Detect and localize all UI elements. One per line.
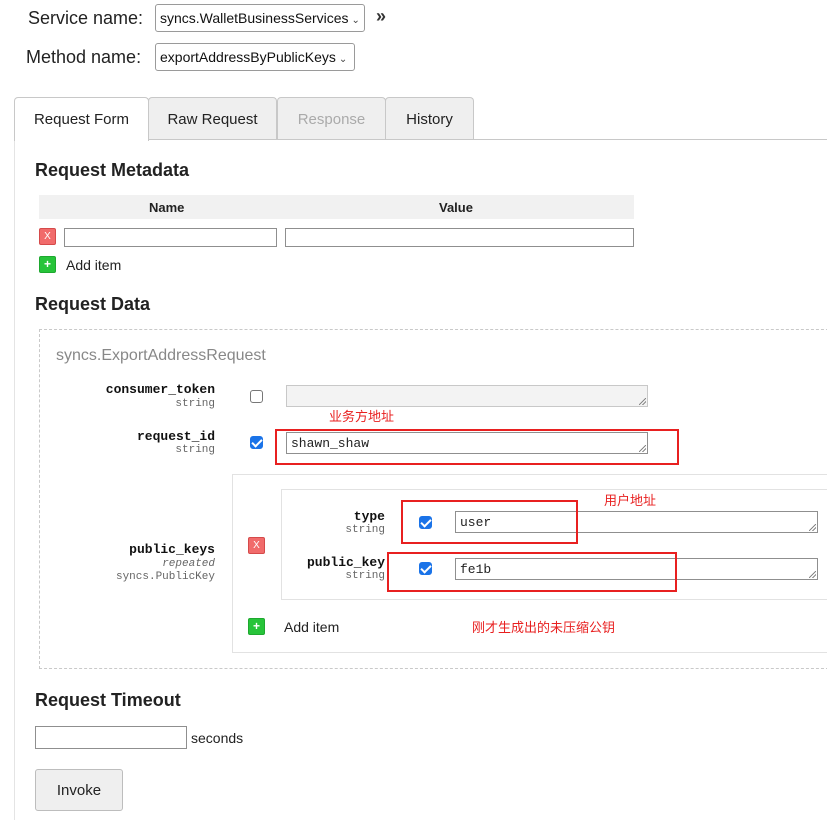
field-type-public-key: string xyxy=(345,570,385,582)
tab-request-form[interactable]: Request Form xyxy=(14,97,149,141)
service-select-value: syncs.WalletBusinessServices xyxy=(160,10,349,26)
field-type-type: string xyxy=(345,524,385,536)
add-metadata-button[interactable]: + xyxy=(39,256,56,273)
annotation-uncompressed-key: 刚才生成出的未压缩公钥 xyxy=(472,620,616,635)
add-public-key-label[interactable]: Add item xyxy=(284,619,339,635)
field-modifier-public-keys: repeated xyxy=(60,558,215,571)
metadata-col-name: Name xyxy=(149,200,185,215)
consumer-token-checkbox[interactable] xyxy=(250,390,263,403)
method-select[interactable]: exportAddressByPublicKeys ⌄ xyxy=(155,43,355,71)
method-select-value: exportAddressByPublicKeys xyxy=(160,49,336,65)
remove-public-key-button[interactable]: X xyxy=(248,537,265,554)
request-timeout-heading: Request Timeout xyxy=(35,690,181,710)
service-select[interactable]: syncs.WalletBusinessServices ⌄ xyxy=(155,4,365,32)
annotation-business-address: 业务方地址 xyxy=(329,409,395,424)
tab-panel-border xyxy=(14,140,15,820)
method-name-label: Method name: xyxy=(26,47,142,67)
metadata-value-input[interactable] xyxy=(285,228,634,247)
message-type-name: syncs.ExportAddressRequest xyxy=(56,347,266,364)
plus-icon: + xyxy=(252,619,260,633)
service-name-label: Service name: xyxy=(28,8,144,28)
tab-history[interactable]: History xyxy=(385,97,474,140)
expand-icon[interactable]: » xyxy=(376,6,386,27)
field-name-type: type xyxy=(353,509,385,524)
request-data-heading: Request Data xyxy=(35,294,151,314)
metadata-col-value: Value xyxy=(439,200,473,215)
highlight-public-key xyxy=(387,552,677,592)
highlight-request-id xyxy=(275,429,679,465)
consumer-token-input xyxy=(286,385,648,407)
timeout-unit-label: seconds xyxy=(191,730,244,746)
timeout-input[interactable] xyxy=(35,726,187,749)
field-name-request-id: request_id xyxy=(136,429,215,444)
request-id-checkbox[interactable] xyxy=(250,436,263,449)
field-type-public-keys: syncs.PublicKey xyxy=(115,571,215,583)
metadata-name-input[interactable] xyxy=(64,228,277,247)
tab-raw-request[interactable]: Raw Request xyxy=(148,97,277,140)
field-name-consumer-token: consumer_token xyxy=(105,382,215,397)
invoke-button[interactable]: Invoke xyxy=(35,769,123,811)
field-type-consumer-token: string xyxy=(175,398,215,410)
metadata-table-header: Name Value xyxy=(39,195,634,219)
add-metadata-label[interactable]: Add item xyxy=(66,257,121,273)
annotation-user-address: 用户地址 xyxy=(604,493,657,508)
highlight-type xyxy=(401,500,578,544)
plus-icon: + xyxy=(43,257,51,271)
chevron-down-icon: ⌄ xyxy=(351,15,360,26)
remove-metadata-button[interactable]: X xyxy=(39,228,56,245)
tab-response: Response xyxy=(277,97,386,140)
request-metadata-heading: Request Metadata xyxy=(35,160,190,180)
field-name-public-keys: public_keys xyxy=(129,542,215,557)
repeated-modifier: repeated xyxy=(162,558,215,570)
add-public-key-button[interactable]: + xyxy=(248,618,265,635)
field-type-request-id: string xyxy=(175,444,215,456)
chevron-down-icon: ⌄ xyxy=(338,54,348,65)
field-name-public-key: public_key xyxy=(306,555,385,570)
